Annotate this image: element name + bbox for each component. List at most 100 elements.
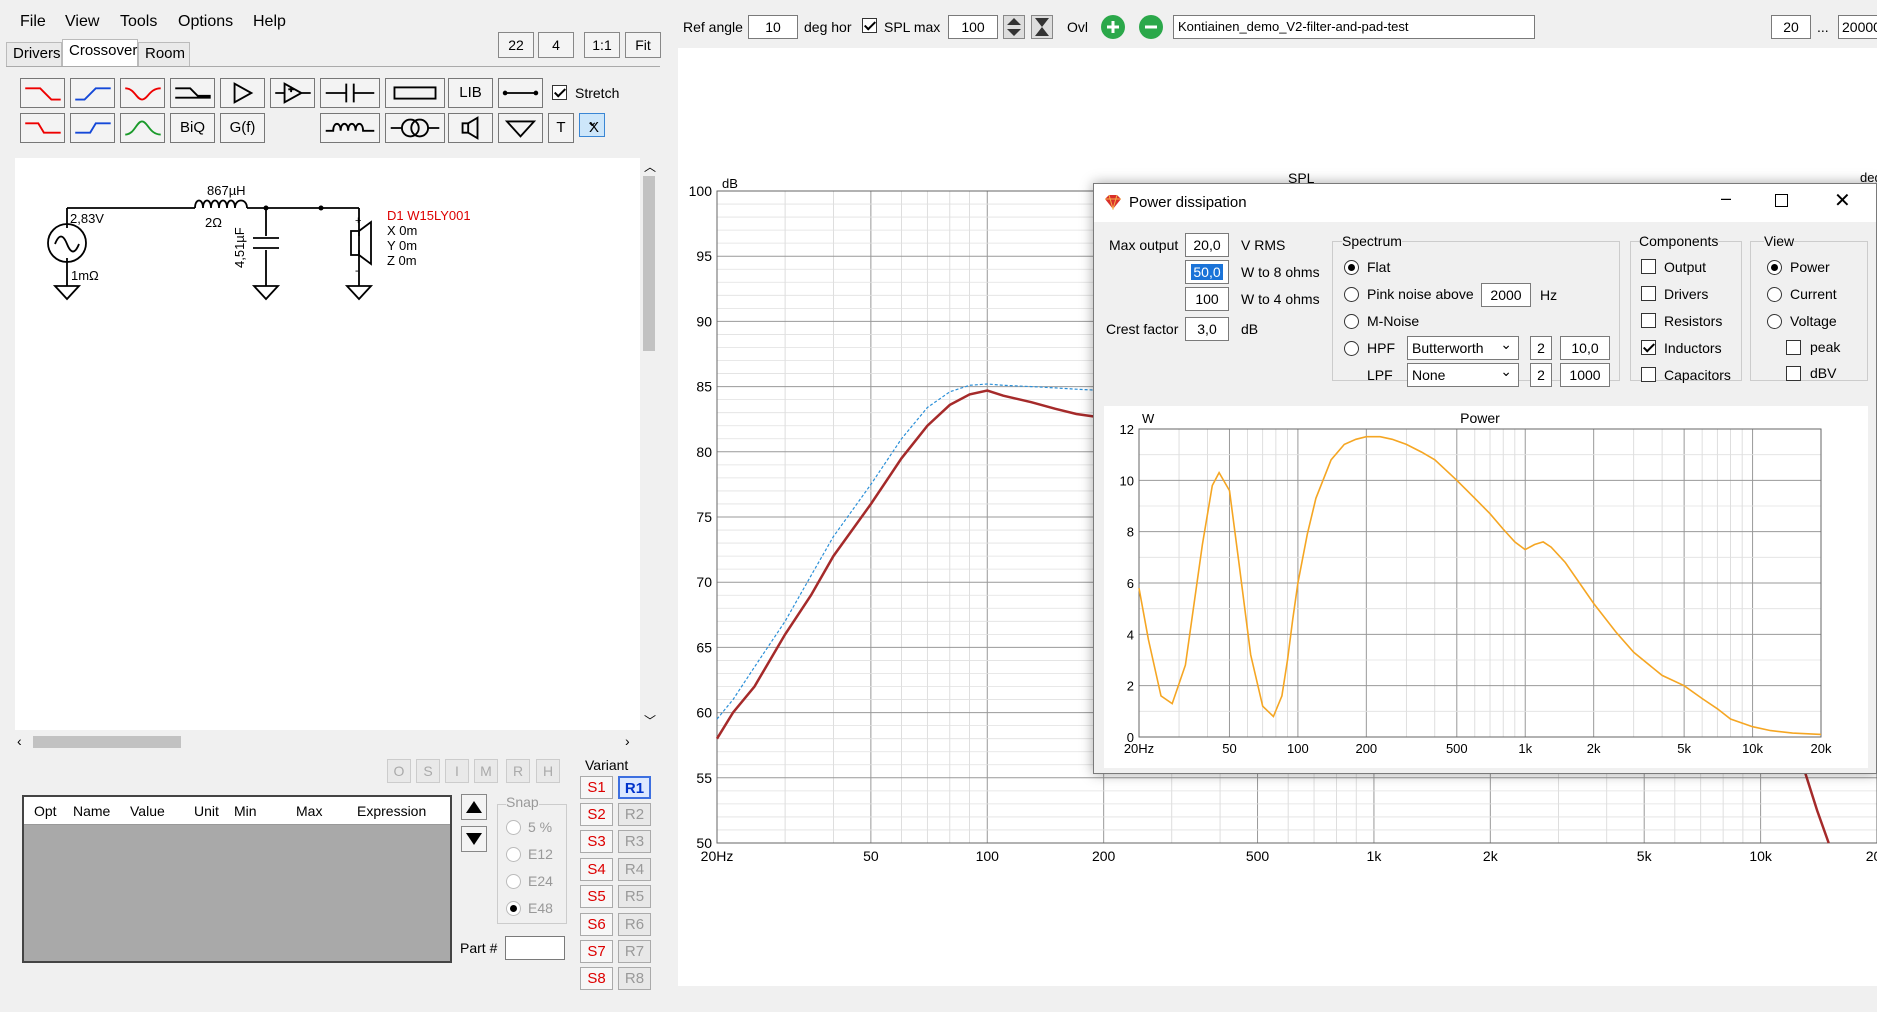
zoom-22-button[interactable]: 22 (498, 32, 534, 58)
scroll-left-icon[interactable]: ‹ (17, 733, 22, 749)
spl-updown-button[interactable] (1003, 15, 1025, 39)
parameter-table[interactable]: Opt Name Value Unit Min Max Expression (22, 795, 452, 963)
snap-e48-radio[interactable] (506, 901, 521, 916)
zoom-fit-button[interactable]: Fit (625, 32, 661, 58)
variant-s2[interactable]: S2 (580, 803, 613, 826)
vscroll-thumb[interactable] (643, 176, 655, 351)
col-name[interactable]: Name (73, 803, 110, 819)
highpass-blue-tool[interactable] (70, 78, 115, 108)
col-min[interactable]: Min (234, 803, 257, 819)
variant-s6[interactable]: S6 (580, 913, 613, 936)
hpf-type-select[interactable]: Butterworth (1407, 333, 1519, 360)
variant-r5[interactable]: R5 (618, 885, 651, 908)
transfer-function-tool[interactable]: G(f) (220, 113, 265, 143)
pink-noise-radio[interactable] (1344, 287, 1359, 302)
w4-input[interactable]: 100 (1185, 287, 1229, 311)
crest-factor-input[interactable]: 3,0 (1185, 317, 1229, 341)
snap-e12-radio[interactable] (506, 847, 521, 862)
bandpass-green-tool[interactable] (120, 113, 165, 143)
tab-crossover[interactable]: Crossover (62, 39, 138, 67)
resistor-tool[interactable] (385, 78, 445, 108)
lock-r-button[interactable]: R (506, 759, 530, 783)
overlay-remove-button[interactable] (1137, 14, 1165, 40)
voltage-radio[interactable] (1767, 314, 1782, 329)
variant-r3[interactable]: R3 (618, 830, 651, 853)
delete-tool[interactable]: X (579, 110, 605, 137)
schematic-hscrollbar[interactable]: ‹ › (15, 733, 640, 751)
spl-fit-button[interactable] (1031, 15, 1053, 39)
variant-s1[interactable]: S1 (580, 776, 613, 799)
hpf-order-input[interactable]: 2 (1530, 336, 1552, 360)
text-tool[interactable]: T (548, 113, 574, 143)
freq-from-input[interactable]: 20 (1771, 15, 1811, 39)
pink-noise-input[interactable]: 2000 (1481, 283, 1531, 307)
part-number-input[interactable] (505, 936, 565, 960)
col-max[interactable]: Max (296, 803, 322, 819)
buffer-tool[interactable] (270, 78, 315, 108)
biquad-tool[interactable]: BiQ (170, 113, 215, 143)
variant-r7[interactable]: R7 (618, 940, 651, 963)
lock-i-button[interactable]: I (445, 759, 469, 783)
lock-m-button[interactable]: M (474, 759, 498, 783)
hpf-radio[interactable] (1344, 341, 1359, 356)
variant-s7[interactable]: S7 (580, 940, 613, 963)
drivers-checkbox[interactable] (1641, 286, 1656, 301)
w8-input[interactable]: 50,0 (1185, 260, 1229, 284)
lock-s-button[interactable]: S (416, 759, 440, 783)
variant-s4[interactable]: S4 (580, 858, 613, 881)
menu-help[interactable]: Help (253, 13, 286, 31)
wire-tool[interactable] (498, 78, 543, 108)
transformer-tool[interactable] (385, 113, 445, 143)
minimize-icon[interactable]: – (1721, 188, 1731, 209)
maximize-icon[interactable] (1775, 194, 1788, 207)
lpf-freq-input[interactable]: 1000 (1560, 363, 1610, 387)
flat-radio[interactable] (1344, 260, 1359, 275)
variant-s3[interactable]: S3 (580, 830, 613, 853)
lpf-type-select[interactable]: None (1407, 360, 1519, 387)
ref-angle-input[interactable]: 10 (748, 15, 798, 39)
output-checkbox[interactable] (1641, 259, 1656, 274)
lpf-order-input[interactable]: 2 (1530, 363, 1552, 387)
highpass-blue-tool-2[interactable] (70, 113, 115, 143)
project-name-field[interactable]: Kontiainen_demo_V2-filter-and-pad-test (1173, 15, 1535, 39)
lowpass-red-tool[interactable] (20, 78, 65, 108)
move-up-button[interactable] (461, 794, 487, 820)
inductor-tool[interactable] (320, 113, 380, 143)
shelf-tool[interactable] (170, 78, 215, 108)
speaker-tool[interactable] (448, 113, 493, 143)
variant-r1[interactable]: R1 (618, 776, 651, 799)
freq-to-input[interactable]: 20000 (1838, 15, 1877, 39)
scroll-down-icon[interactable]: ﹀ (644, 712, 656, 729)
inductors-checkbox[interactable] (1641, 340, 1656, 355)
move-down-button[interactable] (461, 826, 487, 852)
scroll-up-icon[interactable]: ︿ (644, 158, 656, 175)
tab-room[interactable]: Room (138, 42, 190, 66)
hscroll-thumb[interactable] (33, 736, 181, 748)
snap-5pct-radio[interactable] (506, 820, 521, 835)
schematic-canvas[interactable]: + - 2,83V 1mΩ 867µH 2Ω 4,51µF D1 W15LY00… (15, 158, 640, 730)
max-output-input[interactable]: 20,0 (1185, 233, 1229, 257)
capacitor-tool[interactable] (320, 78, 380, 108)
menu-file[interactable]: File (20, 13, 46, 31)
variant-r2[interactable]: R2 (618, 803, 651, 826)
schematic-vscrollbar[interactable]: ︿ ﹀ (640, 158, 658, 730)
lock-o-button[interactable]: O (387, 759, 411, 783)
menu-view[interactable]: View (65, 13, 99, 31)
spl-max-checkbox[interactable] (862, 18, 877, 33)
hpf-freq-input[interactable]: 10,0 (1560, 336, 1610, 360)
variant-s8[interactable]: S8 (580, 967, 613, 990)
col-value[interactable]: Value (130, 803, 165, 819)
zoom-1-1-button[interactable]: 1:1 (584, 32, 620, 58)
mnoise-radio[interactable] (1344, 314, 1359, 329)
amplifier-tool[interactable] (220, 78, 265, 108)
variant-r8[interactable]: R8 (618, 967, 651, 990)
dbv-checkbox[interactable] (1786, 366, 1801, 381)
dialog-title-bar[interactable]: Power dissipation – ✕ (1094, 184, 1876, 222)
variant-s5[interactable]: S5 (580, 885, 613, 908)
menu-options[interactable]: Options (178, 13, 233, 31)
col-unit[interactable]: Unit (194, 803, 219, 819)
peak-checkbox[interactable] (1786, 340, 1801, 355)
current-radio[interactable] (1767, 287, 1782, 302)
menu-tools[interactable]: Tools (120, 13, 157, 31)
scroll-right-icon[interactable]: › (625, 733, 630, 749)
